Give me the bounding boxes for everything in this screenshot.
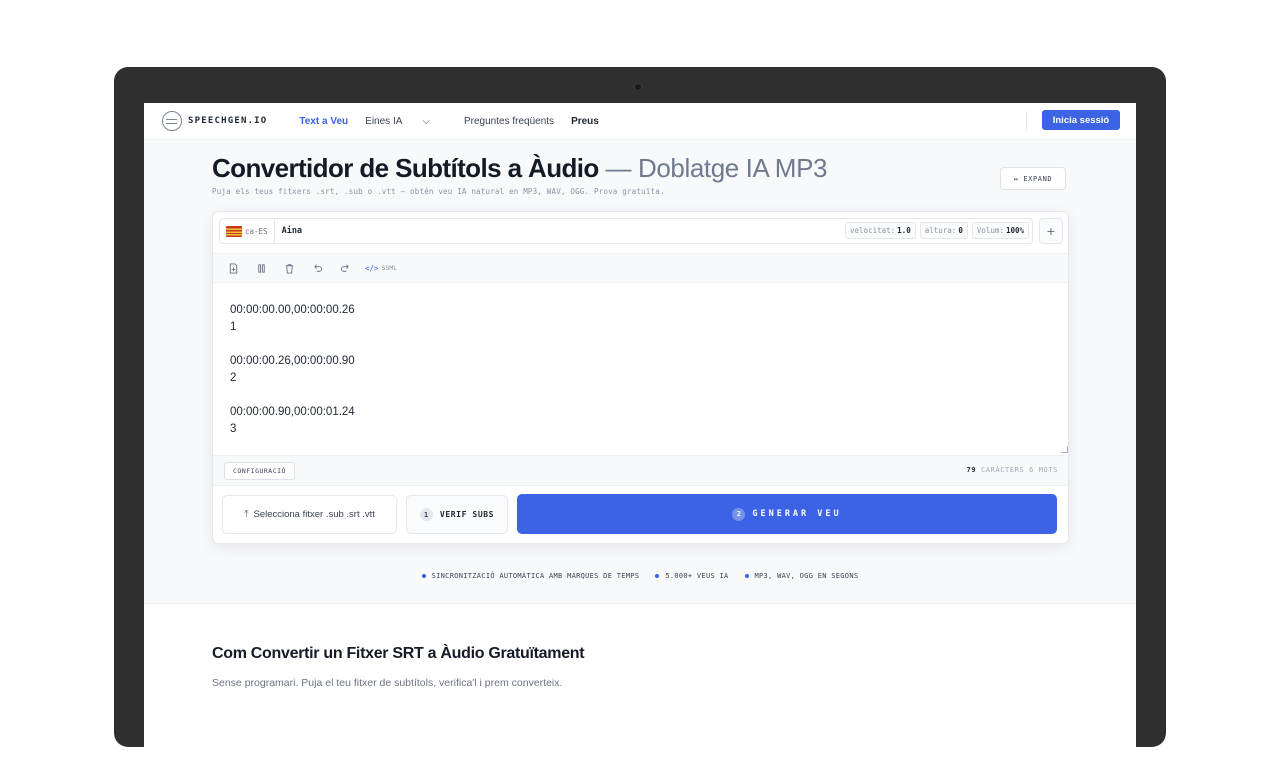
bullet-icon [744, 574, 749, 578]
action-row: ⤒ Selecciona fitxer .sub .srt .vtt 1 VER… [213, 486, 1068, 543]
code-icon: </> [365, 263, 379, 273]
expand-button[interactable]: ↔ EXPAND [1000, 167, 1066, 190]
section-subtitle: Sense programari. Puja el teu fitxer de … [212, 677, 563, 689]
nav-divider [1026, 111, 1027, 131]
character-count: 79 [966, 466, 977, 474]
speed-param-label: velocitat: [850, 226, 896, 235]
page-title-strong: Convertidor de Subtítols a Àudio [212, 153, 599, 183]
feature-list: SINCRONITZACIÓ AUTOMÀTICA AMB MARQUES DE… [144, 572, 1136, 580]
nav-text-to-speech[interactable]: Text a Veu [299, 116, 348, 127]
page-subtitle: Puja els teus fitxers .srt, .sub o .vtt … [212, 187, 665, 196]
editor-line: 1 [230, 321, 237, 333]
step-badge: 2 [732, 507, 746, 521]
verify-subs-button[interactable]: 1 VERIF SUBS [406, 495, 508, 534]
editor-line: 00:00:00.26,00:00:00.90 [230, 355, 355, 367]
speed-param[interactable]: velocitat: 1.0 [845, 222, 916, 239]
editor-line: 00:00:00.90,00:00:01.24 [230, 406, 355, 418]
volume-param-label: Volum: [976, 226, 1004, 235]
chevron-down-icon: ⌵ [422, 115, 430, 127]
resize-handle[interactable] [1061, 446, 1068, 453]
add-voice-button[interactable]: + [1039, 218, 1063, 244]
language-code: ca-ES [245, 218, 275, 244]
editor-line: 2 [230, 372, 237, 384]
character-counter: 79 CARÀCTERS 6 MOTS [967, 466, 1059, 474]
nav-ai-tools-label: Eines IA [365, 115, 403, 127]
hero-section: Convertidor de Subtítols a Àudio — Dobla… [144, 140, 1136, 603]
pitch-param-label: altura: [924, 226, 957, 235]
pitch-param-value: 0 [958, 226, 963, 235]
feature-item: MP3, WAV, OGG EN SEGONS [744, 572, 859, 580]
verify-subs-label: VERIF SUBS [439, 510, 495, 519]
feature-label: SINCRONITZACIÓ AUTOMÀTICA AMB MARQUES DE… [431, 572, 640, 580]
voice-params: velocitat: 1.0 altura: 0 Volum: 100% [845, 222, 1029, 239]
feature-item: SINCRONITZACIÓ AUTOMÀTICA AMB MARQUES DE… [421, 572, 640, 580]
logo-icon [162, 111, 182, 131]
pitch-param[interactable]: altura: 0 [919, 222, 968, 239]
feature-label: MP3, WAV, OGG EN SEGONS [754, 572, 859, 580]
section-title: Com Convertir un Fitxer SRT a Àudio Grat… [212, 645, 585, 662]
select-file-label: Selecciona fitxer .sub .srt .vtt [253, 509, 375, 520]
nav-pricing[interactable]: Preus [571, 116, 599, 127]
undo-icon[interactable] [309, 260, 325, 276]
bullet-icon [655, 574, 660, 578]
nav-ai-tools[interactable]: Eines IA ⌵ [365, 116, 447, 127]
step-badge: 1 [419, 508, 433, 521]
browser-viewport: SPEECHGEN.IO Text a Veu Eines IA ⌵ Pregun… [144, 103, 1136, 763]
how-to-section: Com Convertir un Fitxer SRT a Àudio Grat… [144, 603, 1136, 763]
feature-label: 5.000+ VEUS IA [665, 572, 729, 580]
ssml-button[interactable]: </> SSML [365, 264, 397, 273]
select-file-button[interactable]: ⤒ Selecciona fitxer .sub .srt .vtt [222, 495, 397, 534]
file-add-icon[interactable] [225, 260, 241, 276]
page-title-light: — Doblatge IA MP3 [598, 153, 828, 183]
subtitle-editor[interactable]: 00:00:00.00,00:00:00.26 1 00:00:00.26,00… [213, 283, 1068, 455]
settings-button[interactable]: CONFIGURACIÓ [224, 462, 295, 480]
page-title: Convertidor de Subtítols a Àudio — Dobla… [212, 153, 827, 184]
generate-voice-button[interactable]: 2 GENERAR VEU [517, 494, 1057, 534]
editor-status-bar: CONFIGURACIÓ 79 CARÀCTERS 6 MOTS [213, 455, 1068, 486]
login-button[interactable]: Inicia sessió [1042, 110, 1120, 130]
voice-selector[interactable]: ca-ES Aina velocitat: 1.0 altura: 0 Volum:… [219, 218, 1033, 244]
nav-links: Text a Veu Eines IA ⌵ Preguntes freqüents… [299, 116, 615, 127]
upload-icon: ⤒ [244, 509, 249, 520]
logo[interactable]: SPEECHGEN.IO [162, 111, 267, 131]
editor-line: 3 [230, 423, 237, 435]
catalan-flag-icon [226, 225, 242, 237]
editor-toolbar: </> SSML [213, 253, 1068, 283]
pause-icon[interactable] [253, 260, 269, 276]
bullet-icon [421, 574, 426, 578]
generate-voice-label: GENERAR VEU [752, 509, 842, 519]
counter-suffix: CARÀCTERS 6 MOTS [980, 466, 1058, 474]
converter-card: ca-ES Aina velocitat: 1.0 altura: 0 Volum:… [212, 211, 1069, 544]
voice-name: Aina [281, 226, 303, 236]
redo-icon[interactable] [337, 260, 353, 276]
trash-icon[interactable] [281, 260, 297, 276]
speed-param-value: 1.0 [897, 226, 911, 235]
logo-text: SPEECHGEN.IO [188, 116, 268, 126]
laptop-frame: SPEECHGEN.IO Text a Veu Eines IA ⌵ Pregun… [114, 67, 1166, 763]
camera-icon [634, 83, 642, 91]
feature-item: 5.000+ VEUS IA [655, 572, 728, 580]
nav-faq[interactable]: Preguntes freqüents [464, 116, 554, 127]
volume-param-value: 100% [1005, 226, 1024, 235]
volume-param[interactable]: Volum: 100% [971, 222, 1029, 239]
editor-line: 00:00:00.00,00:00:00.26 [230, 304, 355, 316]
top-navigation: SPEECHGEN.IO Text a Veu Eines IA ⌵ Pregun… [144, 103, 1136, 140]
ssml-label: SSML [381, 264, 398, 272]
